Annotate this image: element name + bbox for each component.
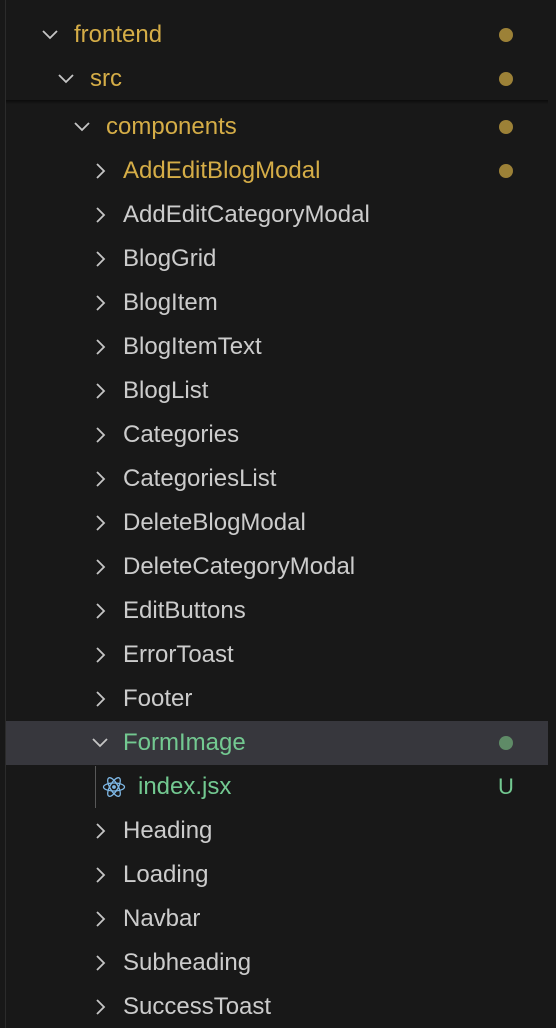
chevron-right-icon [90, 469, 110, 489]
tree-item-label: components [106, 113, 237, 140]
chevron-right-icon [90, 249, 110, 269]
tree-item-folder[interactable]: Categories [0, 413, 548, 457]
tree-item-label: src [90, 65, 122, 92]
tree-item-label: BlogGrid [123, 245, 217, 272]
chevron-right-icon [90, 601, 110, 621]
tree-item-src[interactable]: src [0, 57, 548, 101]
tree-item-label: BlogItemText [123, 333, 262, 360]
chevron-right-icon [90, 689, 110, 709]
tree-item-label: Footer [123, 685, 193, 712]
chevron-down-icon [72, 117, 92, 137]
tree-item-folder[interactable]: BlogItemText [0, 325, 548, 369]
tree-item-folder[interactable]: SuccessToast [0, 985, 548, 1028]
tree-item-folder[interactable]: Footer [0, 677, 548, 721]
chevron-right-icon [90, 381, 110, 401]
tree-item-label: Heading [123, 817, 213, 844]
tree-item-label: Subheading [123, 949, 252, 976]
chevron-right-icon [90, 865, 110, 885]
tree-item-label: DeleteCategoryModal [123, 553, 356, 580]
chevron-right-icon [90, 513, 110, 533]
tree-item-folder[interactable]: DeleteCategoryModal [0, 545, 548, 589]
tree-item-folder[interactable]: BlogList [0, 369, 548, 413]
chevron-down-icon [40, 25, 60, 45]
tree-item-folder[interactable]: CategoriesList [0, 457, 548, 501]
tree-item-label: Categories [123, 421, 240, 448]
chevron-right-icon [90, 293, 110, 313]
tree-item-label: Navbar [123, 905, 201, 932]
chevron-right-icon [90, 645, 110, 665]
tree-item-label: frontend [74, 21, 163, 48]
sticky-scroll-shadow [6, 100, 548, 104]
tree-item-folder[interactable]: ErrorToast [0, 633, 548, 677]
tree-item-folder[interactable]: DeleteBlogModal [0, 501, 548, 545]
tree-item-label: AddEditCategoryModal [123, 201, 370, 228]
modified-dot [499, 120, 513, 134]
chevron-down-icon [90, 733, 110, 753]
tree-item-folder[interactable]: AddEditBlogModal [0, 149, 548, 193]
chevron-right-icon [90, 205, 110, 225]
modified-dot [499, 164, 513, 178]
chevron-right-icon [90, 909, 110, 929]
tree-item-label: BlogList [123, 377, 209, 404]
tree-item-frontend[interactable]: frontend [0, 13, 548, 57]
tree-item-folder[interactable]: BlogGrid [0, 237, 548, 281]
tree-item-label: BlogItem [123, 289, 218, 316]
tree-item-label: DeleteBlogModal [123, 509, 306, 536]
chevron-down-icon [56, 69, 76, 89]
explorer-tree: frontend src components AddEditBlogModal… [0, 0, 556, 1028]
react-icon [102, 775, 126, 799]
tree-item-label: CategoriesList [123, 465, 277, 492]
tree-item-folder[interactable]: EditButtons [0, 589, 548, 633]
tree-item-formimage[interactable]: FormImage [6, 721, 548, 765]
chevron-right-icon [90, 337, 110, 357]
tree-item-folder[interactable]: Loading [0, 853, 548, 897]
tree-item-components[interactable]: components [0, 105, 548, 149]
tree-item-label: Loading [123, 861, 209, 888]
tree-item-label: ErrorToast [123, 641, 234, 668]
chevron-right-icon [90, 161, 110, 181]
tree-item-label: AddEditBlogModal [123, 157, 321, 184]
chevron-right-icon [90, 821, 110, 841]
tree-item-folder[interactable]: AddEditCategoryModal [0, 193, 548, 237]
tree-item-label: SuccessToast [123, 993, 272, 1020]
tree-item-label: FormImage [123, 729, 246, 756]
tree-item-folder[interactable]: Navbar [0, 897, 548, 941]
tree-item-folder[interactable]: Subheading [0, 941, 548, 985]
tree-item-label: EditButtons [123, 597, 246, 624]
modified-dot [499, 72, 513, 86]
tree-item-folder[interactable]: BlogItem [0, 281, 548, 325]
tree-item-index-jsx[interactable]: index.jsx U [0, 765, 548, 809]
chevron-right-icon [90, 953, 110, 973]
modified-dot [499, 28, 513, 42]
untracked-badge: U [498, 774, 514, 799]
tree-item-folder[interactable]: Heading [0, 809, 548, 853]
untracked-dot [499, 736, 513, 750]
chevron-right-icon [90, 425, 110, 445]
tree-item-label: index.jsx [138, 773, 232, 800]
chevron-right-icon [90, 997, 110, 1017]
chevron-right-icon [90, 557, 110, 577]
